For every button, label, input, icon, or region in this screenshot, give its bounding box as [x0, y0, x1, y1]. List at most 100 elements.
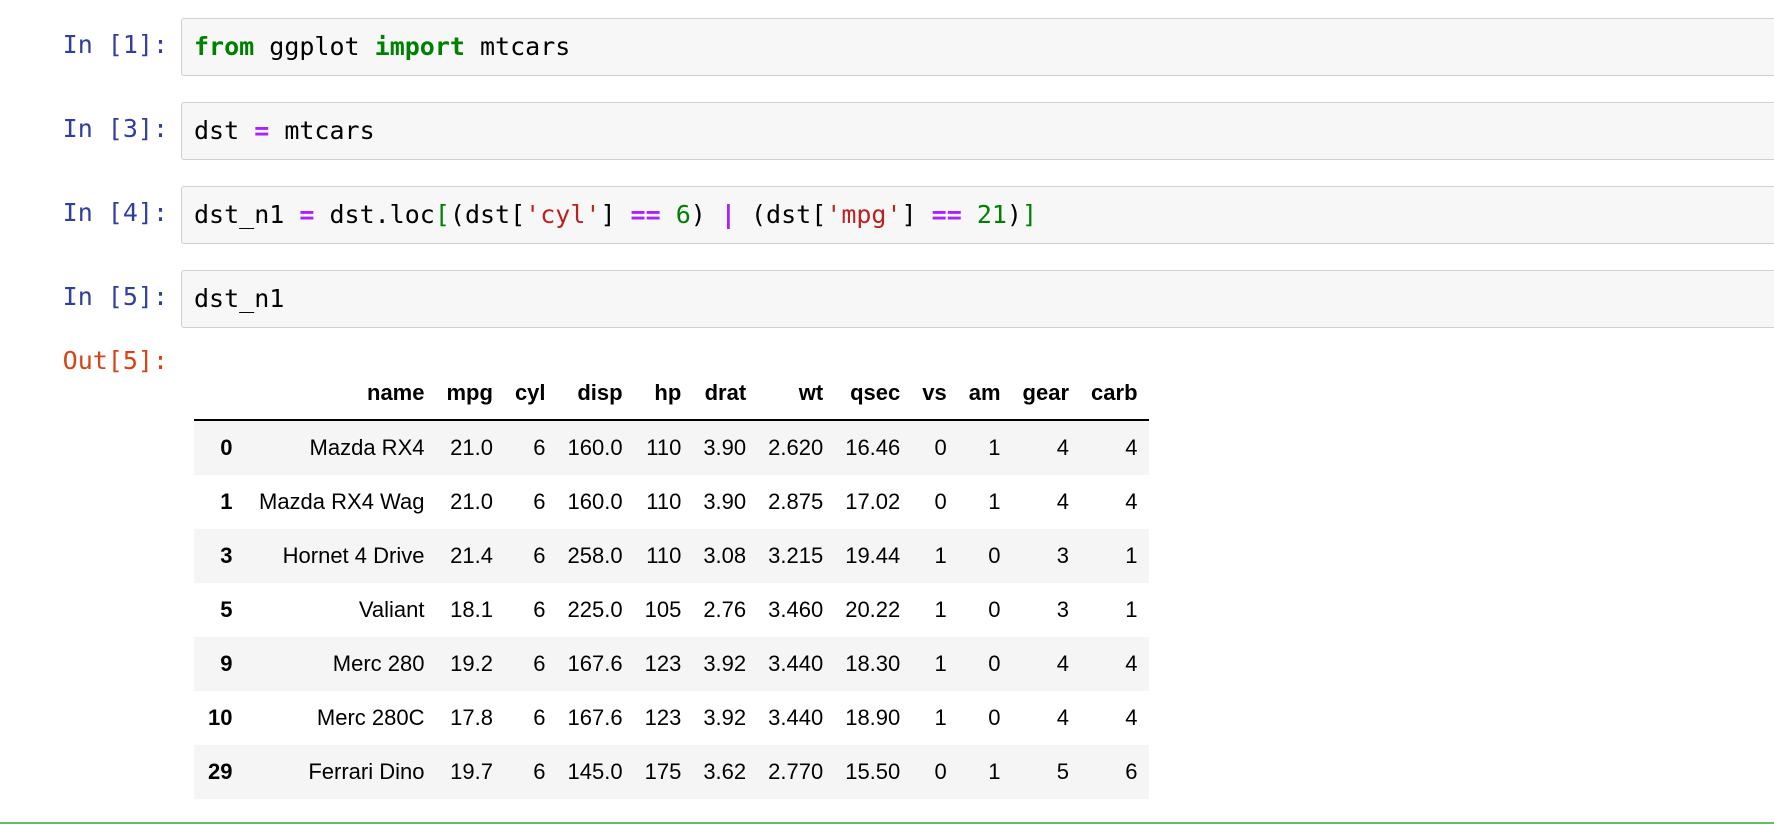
table-cell-am: 1 [988, 435, 1001, 460]
input-prompt: In [5]: [62, 282, 168, 311]
table-cell-carb: 4 [1125, 651, 1138, 676]
code-token: == [931, 200, 962, 229]
table-cell-carb: 1 [1125, 543, 1138, 568]
table-cell-vs: 1 [934, 651, 947, 676]
table-cell-wt: 3.460 [768, 597, 824, 622]
table-cell-disp: 167.6 [567, 705, 623, 730]
code-token: == [630, 200, 661, 229]
table-row: 5 Valiant 18.1 6 225.0 105 2.76 3.460 20.22 1 0 3 1 [194, 583, 1149, 637]
column-header-am: am [957, 366, 1012, 421]
row-index: 29 [208, 759, 233, 784]
table-cell-hp: 123 [644, 705, 682, 730]
table-cell-mpg: 19.2 [450, 651, 493, 676]
table-cell-cyl: 6 [533, 543, 546, 568]
code-token: dst_n1 [194, 284, 285, 313]
table-row: 10 Merc 280C 17.8 6 167.6 123 3.92 3.440 18.90 1 0… [194, 691, 1149, 745]
table-cell-name: Mazda RX4 Wag [259, 489, 425, 514]
table-cell-hp: 110 [646, 489, 682, 514]
table-cell-name: Hornet 4 Drive [282, 543, 425, 568]
code-token: 'mpg' [826, 200, 902, 229]
code-token: ggplot [254, 32, 375, 61]
input-prompt: In [4]: [62, 198, 168, 227]
table-row: 0 Mazda RX4 21.0 6 160.0 110 3.90 2.620 16.46 0 1 4… [194, 420, 1149, 475]
column-header-wt: wt [757, 366, 835, 421]
table-cell-drat: 3.08 [703, 543, 747, 568]
table-cell-carb: 4 [1125, 435, 1138, 460]
column-header-hp: hp [633, 366, 693, 421]
column-header-mpg: mpg [435, 366, 504, 421]
table-cell-drat: 3.90 [703, 489, 747, 514]
input-prompt: In [1]: [62, 30, 168, 59]
table-cell-mpg: 21.4 [450, 543, 493, 568]
row-index: 0 [220, 435, 233, 460]
column-header-name: name [243, 366, 436, 421]
column-header-drat: drat [692, 366, 758, 421]
column-header-disp: disp [556, 366, 634, 421]
table-cell-qsec: 15.50 [845, 759, 901, 784]
code-token: = [299, 200, 315, 229]
code-token: import [374, 32, 465, 61]
table-cell-wt: 2.620 [768, 435, 824, 460]
table-cell-gear: 3 [1056, 543, 1070, 568]
code-editor[interactable]: from ggplot import mtcars [181, 18, 1774, 76]
table-cell-carb: 4 [1125, 489, 1138, 514]
code-token: dst_n1 [194, 200, 300, 229]
code-token: mtcars [269, 116, 375, 145]
table-cell-carb: 6 [1125, 759, 1138, 784]
table-cell-vs: 1 [934, 597, 947, 622]
column-header-cyl: cyl [503, 366, 557, 421]
table-row: 29 Ferrari Dino 19.7 6 145.0 175 3.62 2.770 15.5… [194, 745, 1149, 799]
table-cell-wt: 2.770 [768, 759, 824, 784]
code-token: dst [194, 116, 255, 145]
table-header-row: name mpg cyl disp hp drat wt qsec vs am gear carb [194, 366, 1149, 421]
code-token: | [720, 200, 736, 229]
code-line: dst_n1 = dst.loc[(dst['cyl'] == 6) | (ds… [194, 187, 1037, 242]
code-editor[interactable]: dst = mtcars [181, 102, 1774, 160]
code-editor[interactable]: dst_n1 [181, 270, 1774, 328]
table-cell-gear: 4 [1056, 705, 1070, 730]
row-index: 5 [220, 597, 233, 622]
table-cell-name: Merc 280C [316, 705, 425, 730]
code-token: ) [690, 200, 721, 229]
table-cell-mpg: 18.1 [450, 597, 493, 622]
table-cell-name: Ferrari Dino [308, 759, 425, 784]
table-cell-am: 0 [988, 705, 1001, 730]
table-cell-cyl: 6 [533, 705, 546, 730]
table-cell-qsec: 19.44 [845, 543, 901, 568]
table-cell-disp: 225.0 [567, 597, 623, 622]
table-cell-carb: 1 [1125, 597, 1138, 622]
table-cell-gear: 4 [1056, 651, 1070, 676]
code-token: ) [1006, 200, 1022, 229]
table-cell-gear: 4 [1056, 435, 1070, 460]
code-token: 6 [675, 200, 691, 229]
table-cell-cyl: 6 [533, 597, 546, 622]
table-row: 3 Hornet 4 Drive 21.4 6 258.0 110 3.08 3.215 19.… [194, 529, 1149, 583]
table-cell-hp: 110 [646, 435, 682, 460]
table-cell-cyl: 6 [533, 759, 546, 784]
table-cell-drat: 3.92 [703, 705, 747, 730]
input-prompt: In [3]: [62, 114, 168, 143]
table-cell-hp: 110 [646, 543, 682, 568]
table-cell-wt: 3.215 [768, 543, 824, 568]
table-cell-disp: 160.0 [567, 435, 623, 460]
code-token: ] [1021, 200, 1038, 229]
code-line: dst_n1 [194, 271, 284, 326]
table-cell-mpg: 21.0 [450, 489, 493, 514]
table-row: 1 Mazda RX4 Wag 21.0 6 160.0 110 3.90 2.875 17.0… [194, 475, 1149, 529]
table-cell-vs: 0 [934, 435, 947, 460]
table-cell-drat: 2.76 [703, 597, 747, 622]
table-cell-am: 0 [988, 597, 1001, 622]
table-cell-mpg: 21.0 [450, 435, 493, 460]
table-cell-vs: 0 [934, 759, 947, 784]
table-cell-disp: 160.0 [567, 489, 623, 514]
table-cell-qsec: 20.22 [845, 597, 901, 622]
code-token: from [194, 32, 255, 61]
table-cell-cyl: 6 [533, 489, 546, 514]
table-cell-am: 1 [988, 489, 1001, 514]
code-editor[interactable]: dst_n1 = dst.loc[(dst['cyl'] == 6) | (ds… [181, 186, 1774, 244]
column-header-qsec: qsec [834, 366, 912, 421]
table-cell-hp: 175 [644, 759, 682, 784]
output-prompt: Out[5]: [62, 346, 168, 375]
table-cell-gear: 3 [1056, 597, 1070, 622]
